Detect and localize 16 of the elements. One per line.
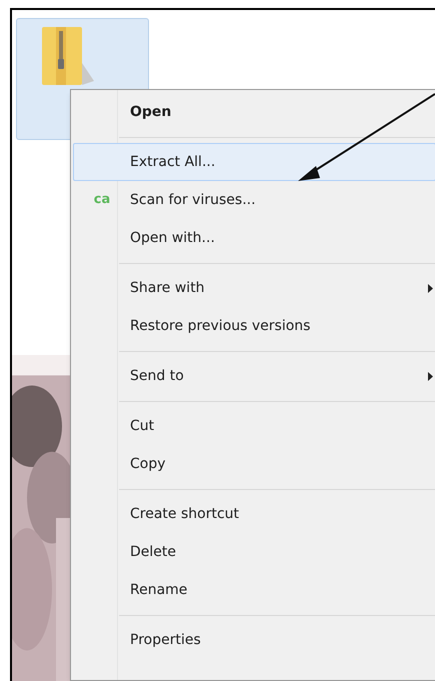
menu-item[interactable]: Restore previous versions bbox=[73, 307, 435, 345]
menu-item[interactable]: Properties bbox=[73, 621, 435, 659]
menu-item[interactable]: Extract All... bbox=[73, 143, 435, 181]
menu-item[interactable]: Share with bbox=[73, 269, 435, 307]
menu-item[interactable]: Rename bbox=[73, 571, 435, 609]
antivirus-icon: ca bbox=[94, 190, 110, 210]
menu-item[interactable]: Create shortcut bbox=[73, 495, 435, 533]
menu-item[interactable]: ca Scan for viruses... bbox=[73, 181, 435, 219]
submenu-arrow-icon bbox=[428, 284, 433, 292]
menu-item[interactable]: Open bbox=[73, 93, 435, 131]
submenu-arrow-icon bbox=[428, 372, 433, 380]
menu-item[interactable]: Delete bbox=[73, 533, 435, 571]
menu-item[interactable]: Open with... bbox=[73, 219, 435, 257]
menu-item[interactable]: Cut bbox=[73, 407, 435, 445]
menu-item[interactable]: Copy bbox=[73, 445, 435, 483]
menu-item[interactable]: Send to bbox=[73, 357, 435, 395]
